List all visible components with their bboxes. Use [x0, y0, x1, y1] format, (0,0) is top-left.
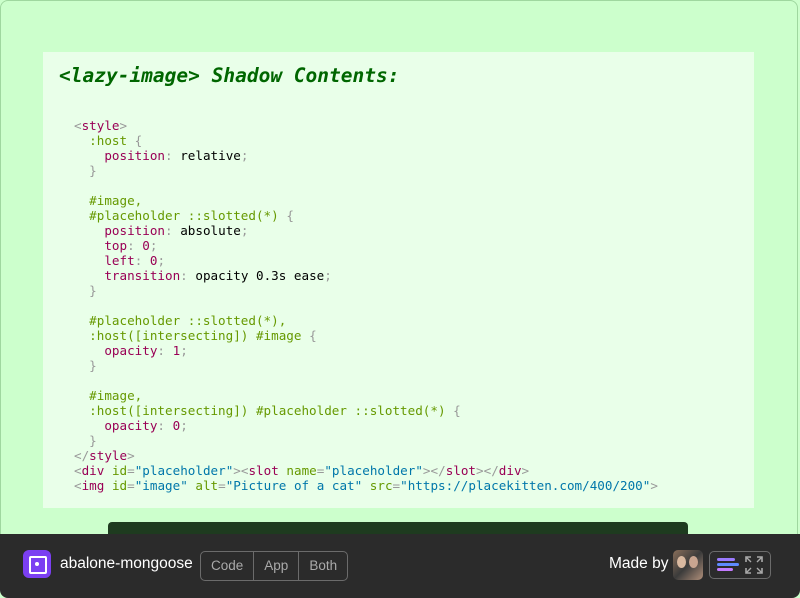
fullscreen-icon	[745, 556, 763, 574]
glitch-fish-icon	[717, 558, 739, 572]
glitch-project-icon[interactable]	[23, 550, 51, 578]
footer-bar: abalone-mongoose Code App Both Made by	[0, 534, 800, 598]
tab-both[interactable]: Both	[299, 552, 347, 580]
tab-code[interactable]: Code	[201, 552, 255, 580]
view-toggle: Code App Both	[200, 551, 349, 581]
made-by-label: Made by	[609, 555, 669, 572]
page-title: <lazy-image> Shadow Contents:	[59, 64, 400, 87]
user-avatar[interactable]	[673, 550, 703, 580]
code-block: <style> :host { position: relative; } #i…	[74, 118, 658, 493]
remix-button[interactable]	[709, 551, 771, 579]
tab-app[interactable]: App	[254, 552, 300, 580]
project-name[interactable]: abalone-mongoose	[60, 555, 193, 573]
